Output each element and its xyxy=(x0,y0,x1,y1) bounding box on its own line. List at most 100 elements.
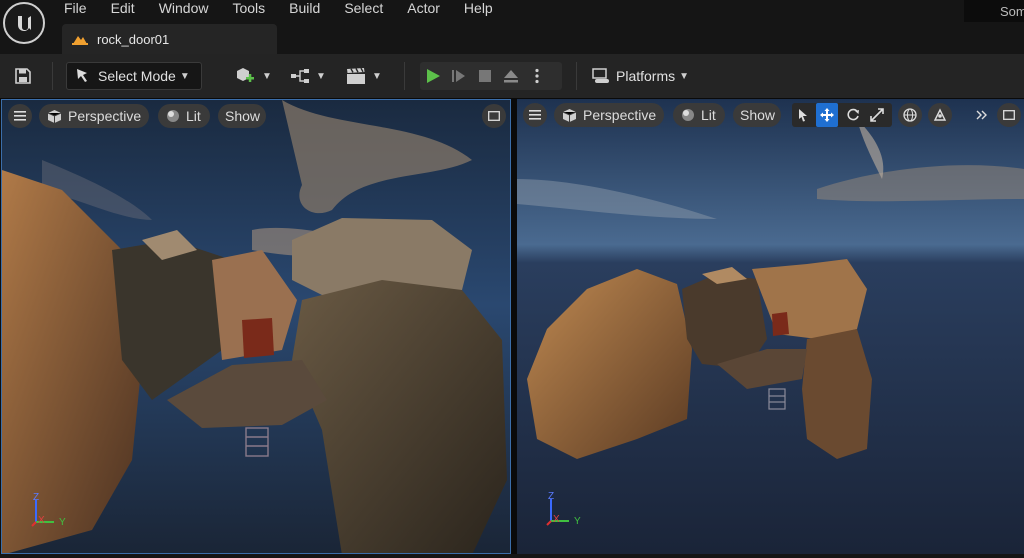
perspective-button[interactable]: Perspective xyxy=(39,104,149,128)
chevron-down-icon: ▼ xyxy=(679,70,690,82)
rotate-icon xyxy=(847,108,859,121)
bottom-border xyxy=(0,554,1024,558)
viewport-left-scene xyxy=(2,100,510,553)
viewport-right-toolbar: Perspective Lit Show xyxy=(517,103,1024,129)
play-options-button[interactable] xyxy=(524,62,550,90)
menu-edit[interactable]: Edit xyxy=(99,0,147,18)
maximize-viewport-button[interactable] xyxy=(997,103,1021,127)
lit-button[interactable]: Lit xyxy=(673,103,725,127)
rotate-tool-button[interactable] xyxy=(842,103,864,127)
play-controls xyxy=(420,62,562,90)
select-tool-button[interactable] xyxy=(792,103,814,127)
move-icon xyxy=(820,108,834,122)
save-icon xyxy=(15,68,31,84)
menu-window[interactable]: Window xyxy=(147,0,221,18)
surface-snapping-icon xyxy=(933,108,947,121)
main-toolbar: Select Mode ▼ ▼ ▼ ▼ Platforms ▼ xyxy=(0,54,1024,99)
eject-icon xyxy=(504,70,518,83)
save-button[interactable] xyxy=(10,62,36,90)
lit-sphere-icon xyxy=(167,110,179,122)
axis-x-label: X xyxy=(38,515,45,526)
hamburger-icon xyxy=(529,110,541,120)
lit-button[interactable]: Lit xyxy=(158,104,210,128)
world-space-button[interactable] xyxy=(898,103,922,127)
viewport-right[interactable]: Perspective Lit Show Z X Y xyxy=(517,99,1024,554)
double-chevron-right-icon xyxy=(976,110,987,120)
lit-label: Lit xyxy=(186,108,201,124)
chevron-down-icon: ▼ xyxy=(372,70,382,82)
maximize-viewport-button[interactable] xyxy=(482,104,506,128)
toolbar-divider xyxy=(576,62,577,90)
chevron-down-icon: ▼ xyxy=(316,70,326,82)
platforms-dropdown[interactable]: Platforms ▼ xyxy=(592,62,700,90)
blueprint-icon xyxy=(291,69,309,83)
unreal-logo[interactable] xyxy=(3,2,45,44)
more-vertical-icon xyxy=(535,68,539,84)
step-forward-icon xyxy=(452,70,465,82)
chevron-down-icon: ▼ xyxy=(179,70,190,82)
menu-tools[interactable]: Tools xyxy=(220,0,277,18)
cube-icon xyxy=(47,109,62,123)
eject-button[interactable] xyxy=(498,62,524,90)
maximize-icon xyxy=(488,111,500,121)
cinematics-button[interactable]: ▼ xyxy=(346,62,386,90)
level-icon xyxy=(72,36,88,45)
scale-tool-button[interactable] xyxy=(866,103,888,127)
axis-z-label: Z xyxy=(33,492,40,503)
transform-tools xyxy=(792,103,892,127)
stop-icon xyxy=(479,70,491,82)
quick-add-button[interactable]: ▼ xyxy=(234,62,274,90)
viewport-left-toolbar: Perspective Lit Show xyxy=(2,104,510,130)
hamburger-icon xyxy=(14,111,26,121)
perspective-label: Perspective xyxy=(583,107,657,123)
scale-icon xyxy=(870,108,884,122)
level-tab[interactable]: rock_door01 xyxy=(62,24,277,54)
surface-snap-button[interactable] xyxy=(928,103,952,127)
show-label: Show xyxy=(225,108,261,124)
show-button[interactable]: Show xyxy=(218,104,266,128)
translate-tool-button[interactable] xyxy=(816,103,838,127)
show-label: Show xyxy=(740,107,776,123)
axis-z-label: Z xyxy=(548,491,555,502)
axis-x-label: X xyxy=(553,514,560,525)
menu-help[interactable]: Help xyxy=(452,0,505,18)
toolbar-divider xyxy=(52,62,53,90)
perspective-label: Perspective xyxy=(68,108,142,124)
show-button[interactable]: Show xyxy=(733,103,781,127)
clapperboard-icon xyxy=(347,67,365,84)
platforms-label: Platforms xyxy=(616,68,676,84)
add-actor-icon xyxy=(237,68,254,82)
toolbar-divider xyxy=(404,62,405,90)
menu-build[interactable]: Build xyxy=(277,0,332,18)
expand-toolbar-button[interactable] xyxy=(971,103,993,127)
pointer-icon xyxy=(799,109,807,122)
lit-label: Lit xyxy=(701,107,716,123)
lit-sphere-icon xyxy=(682,109,694,121)
axis-y-label: Y xyxy=(59,517,66,528)
search-text: Som xyxy=(1000,4,1024,19)
chevron-down-icon: ▼ xyxy=(262,70,272,82)
menu-select[interactable]: Select xyxy=(332,0,395,18)
viewport-menu-button[interactable] xyxy=(8,104,32,128)
maximize-icon xyxy=(1003,110,1015,120)
play-icon xyxy=(427,69,440,83)
search-box[interactable]: Som xyxy=(964,0,1024,22)
stop-button[interactable] xyxy=(472,62,498,90)
axis-y-label: Y xyxy=(574,516,581,527)
blueprints-button[interactable]: ▼ xyxy=(290,62,330,90)
viewport-menu-button[interactable] xyxy=(523,103,547,127)
menu-bar: File Edit Window Tools Build Select Acto… xyxy=(52,0,505,18)
perspective-button[interactable]: Perspective xyxy=(554,103,664,127)
viewport-left[interactable]: Perspective Lit Show Z X Y xyxy=(1,99,511,554)
menu-actor[interactable]: Actor xyxy=(395,0,452,18)
step-button[interactable] xyxy=(446,62,472,90)
viewport-right-scene xyxy=(517,99,1024,554)
platforms-icon xyxy=(592,68,609,83)
unreal-logo-icon xyxy=(18,16,31,31)
cube-icon xyxy=(562,108,577,122)
play-button[interactable] xyxy=(420,62,446,90)
title-bar: File Edit Window Tools Build Select Acto… xyxy=(0,0,1024,54)
select-mode-icon xyxy=(77,69,87,82)
menu-file[interactable]: File xyxy=(52,0,99,18)
select-mode-dropdown[interactable]: Select Mode ▼ xyxy=(66,62,202,90)
